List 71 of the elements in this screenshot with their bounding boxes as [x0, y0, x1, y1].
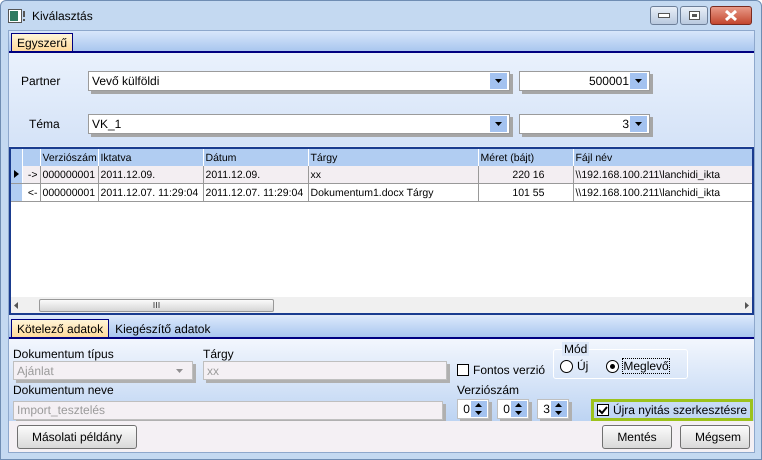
- column-header[interactable]: Fájl név: [573, 149, 752, 166]
- partner-dropdown[interactable]: Vevő külföldi: [88, 70, 510, 91]
- horizontal-scrollbar[interactable]: [11, 297, 752, 313]
- tab[interactable]: Kötelező adatok: [11, 319, 110, 337]
- field-label: Téma: [28, 117, 61, 132]
- table-cell: 220 16: [478, 166, 573, 184]
- topic-code-dropdown[interactable]: 3: [519, 114, 650, 134]
- table-cell: 101 55: [478, 184, 573, 202]
- maximize-button[interactable]: [680, 6, 708, 25]
- version-spinner[interactable]: 3: [536, 399, 569, 419]
- spin-down-icon[interactable]: [475, 411, 482, 415]
- maximize-icon: [688, 11, 700, 20]
- table-cell: 000000001: [40, 184, 98, 202]
- reopen-checkbox[interactable]: Újra nyitás szerkesztésre: [590, 399, 753, 421]
- table-cell: \\192.168.100.211\lanchidi_ikta: [573, 166, 752, 184]
- caret-icon: [635, 122, 642, 126]
- table-cell: xx: [308, 166, 478, 184]
- group-label: Mód: [562, 342, 590, 356]
- caret-icon: [495, 78, 502, 83]
- minimize-icon: [658, 13, 670, 18]
- column-header[interactable]: Méret (bájt): [478, 149, 573, 166]
- copy-button[interactable]: Másolati példány: [17, 424, 137, 448]
- tab[interactable]: Kiegészítő adatok: [109, 319, 216, 337]
- column-header[interactable]: Dátum: [203, 149, 308, 166]
- tab[interactable]: Egyszerű: [11, 33, 74, 51]
- caret-icon: [176, 368, 183, 372]
- column-header[interactable]: Iktatva: [98, 149, 203, 166]
- version-spinner[interactable]: 0: [496, 399, 529, 419]
- field-label: Verziószám: [457, 383, 520, 397]
- table-cell: 2011.12.07. 11:29:04: [98, 184, 203, 202]
- table-cell: 000000001: [40, 166, 98, 184]
- spin-up-icon[interactable]: [515, 403, 522, 407]
- row-selector[interactable]: [11, 166, 22, 184]
- partner-code-dropdown[interactable]: 500001: [519, 70, 650, 91]
- column-header[interactable]: Verziószám: [40, 149, 98, 166]
- table-cell: 2011.12.09.: [203, 166, 308, 184]
- row-pointer-icon: [14, 168, 19, 176]
- important-version-checkbox[interactable]: Fontos verzió: [457, 363, 546, 377]
- close-button[interactable]: [710, 6, 752, 25]
- action-button[interactable]: Mentés: [602, 424, 672, 448]
- version-spinner[interactable]: 0: [457, 399, 489, 419]
- scroll-left-icon[interactable]: [14, 302, 18, 308]
- table-cell: \\192.168.100.211\lanchidi_ikta: [573, 184, 752, 202]
- spin-down-icon[interactable]: [555, 411, 562, 415]
- caret-icon: [635, 78, 642, 83]
- spin-down-icon[interactable]: [515, 411, 522, 415]
- column-header[interactable]: Tárgy: [308, 149, 478, 166]
- window-title: Kiválasztás: [32, 8, 93, 22]
- topic-dropdown[interactable]: VK_1: [88, 114, 510, 134]
- checkmark-icon: [598, 406, 608, 414]
- field-label: Dokumentum neve: [13, 383, 115, 397]
- radio-option[interactable]: Meglevő: [606, 359, 669, 373]
- table-cell: Dokumentum1.docx Tárgy: [308, 184, 478, 202]
- action-button[interactable]: Mégsem: [680, 424, 750, 448]
- scroll-thumb[interactable]: [39, 298, 274, 312]
- field-label: Dokumentum típus: [13, 347, 115, 361]
- field-label: Partner: [21, 74, 62, 88]
- radio-option[interactable]: Új: [560, 359, 588, 373]
- window-icon: [8, 8, 26, 22]
- grip-icon: [153, 302, 160, 308]
- table-cell: 2011.12.07. 11:29:04: [203, 184, 308, 202]
- minimize-button[interactable]: [650, 6, 678, 25]
- scroll-right-icon[interactable]: [745, 302, 749, 308]
- field-label: Tárgy: [203, 347, 235, 361]
- spin-up-icon[interactable]: [475, 403, 482, 407]
- table-cell: ->: [22, 166, 40, 184]
- table-cell: 2011.12.09.: [98, 166, 203, 184]
- close-icon: [724, 10, 738, 21]
- table-cell: <-: [22, 184, 40, 202]
- caret-icon: [495, 122, 502, 126]
- spin-up-icon[interactable]: [555, 403, 562, 407]
